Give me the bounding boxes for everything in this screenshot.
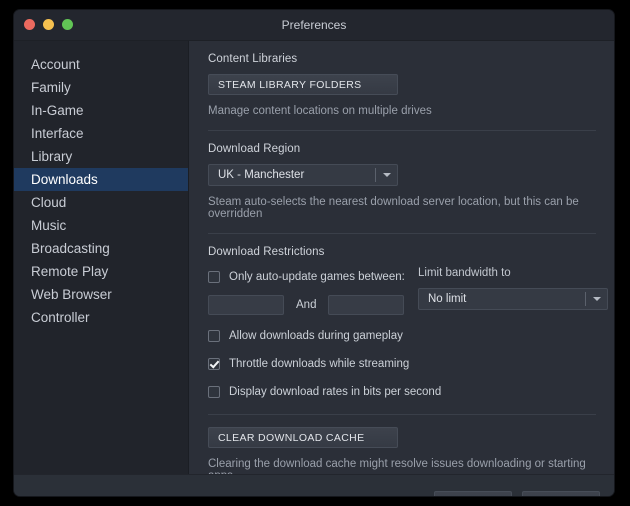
divider-3 xyxy=(208,414,596,415)
sidebar-item-family[interactable]: Family xyxy=(14,76,188,99)
dialog-footer: OK CANCEL xyxy=(14,474,614,496)
settings-sidebar: Account Family In-Game Interface Library… xyxy=(14,41,189,474)
download-region-heading: Download Region xyxy=(208,143,301,155)
title-bar: Preferences xyxy=(14,10,614,41)
restrictions-right-column: Limit bandwidth to No limit xyxy=(418,267,610,310)
divider-2 xyxy=(208,233,596,234)
download-region-value: UK - Manchester xyxy=(218,169,305,181)
auto-update-window-label: Only auto-update games between: xyxy=(229,270,405,283)
dropdown-separator xyxy=(375,168,376,182)
divider-1 xyxy=(208,130,596,131)
download-restrictions-group: Only auto-update games between: And Allo… xyxy=(208,267,608,401)
chevron-down-icon xyxy=(383,173,391,177)
dropdown-separator xyxy=(585,292,586,306)
sidebar-item-downloads[interactable]: Downloads xyxy=(14,168,188,191)
and-label: And xyxy=(296,299,317,311)
sidebar-item-interface[interactable]: Interface xyxy=(14,122,188,145)
window-body: Account Family In-Game Interface Library… xyxy=(14,41,614,496)
restrictions-left-column: Only auto-update games between: And Allo… xyxy=(208,267,441,401)
sidebar-item-in-game[interactable]: In-Game xyxy=(14,99,188,122)
limit-bandwidth-label: Limit bandwidth to xyxy=(418,267,511,279)
preferences-window: Preferences Account Family In-Game Inter… xyxy=(14,10,614,496)
sidebar-item-account[interactable]: Account xyxy=(14,53,188,76)
sidebar-item-music[interactable]: Music xyxy=(14,214,188,237)
sidebar-item-cloud[interactable]: Cloud xyxy=(14,191,188,214)
sidebar-item-controller[interactable]: Controller xyxy=(14,306,188,329)
throttle-downloads-while-streaming-label: Throttle downloads while streaming xyxy=(229,357,410,370)
display-download-rates-bits-label: Display download rates in bits per secon… xyxy=(229,385,442,398)
steam-library-folders-button[interactable]: STEAM LIBRARY FOLDERS xyxy=(208,74,398,95)
downloads-settings-panel: Content Libraries STEAM LIBRARY FOLDERS … xyxy=(190,41,614,474)
display-download-rates-bits-checkbox[interactable] xyxy=(208,385,220,398)
window-title: Preferences xyxy=(281,18,347,32)
content-libraries-heading: Content Libraries xyxy=(208,53,298,65)
allow-downloads-during-gameplay-label: Allow downloads during gameplay xyxy=(229,329,403,342)
content-libraries-helper: Manage content locations on multiple dri… xyxy=(208,105,432,117)
ok-button[interactable]: OK xyxy=(434,491,512,496)
allow-downloads-during-gameplay-checkbox[interactable] xyxy=(208,329,220,342)
throttle-downloads-while-streaming-checkbox[interactable] xyxy=(208,357,220,370)
cancel-button[interactable]: CANCEL xyxy=(522,491,600,496)
display-download-rates-bits-row[interactable]: Display download rates in bits per secon… xyxy=(208,382,441,401)
auto-update-time-range: And xyxy=(208,295,413,315)
allow-downloads-during-gameplay-row[interactable]: Allow downloads during gameplay xyxy=(208,326,413,345)
throttle-downloads-while-streaming-row[interactable]: Throttle downloads while streaming xyxy=(208,354,413,373)
clear-cache-helper: Clearing the download cache might resolv… xyxy=(208,458,586,474)
download-restrictions-heading: Download Restrictions xyxy=(208,246,325,258)
auto-update-window-checkbox-row[interactable]: Only auto-update games between: xyxy=(208,267,413,286)
limit-bandwidth-value: No limit xyxy=(428,293,467,305)
sidebar-item-library[interactable]: Library xyxy=(14,145,188,168)
limit-bandwidth-dropdown[interactable]: No limit xyxy=(418,288,608,310)
download-region-helper: Steam auto-selects the nearest download … xyxy=(208,196,579,220)
sidebar-item-web-browser[interactable]: Web Browser xyxy=(14,283,188,306)
auto-update-end-time-input[interactable] xyxy=(328,295,405,315)
sidebar-item-remote-play[interactable]: Remote Play xyxy=(14,260,188,283)
chevron-down-icon xyxy=(593,297,601,301)
download-region-dropdown[interactable]: UK - Manchester xyxy=(208,164,398,186)
auto-update-start-time-input[interactable] xyxy=(208,295,284,315)
dialog-actions: OK CANCEL xyxy=(434,491,600,496)
auto-update-window-checkbox[interactable] xyxy=(208,270,220,283)
clear-download-cache-button[interactable]: CLEAR DOWNLOAD CACHE xyxy=(208,427,398,448)
sidebar-item-broadcasting[interactable]: Broadcasting xyxy=(14,237,188,260)
